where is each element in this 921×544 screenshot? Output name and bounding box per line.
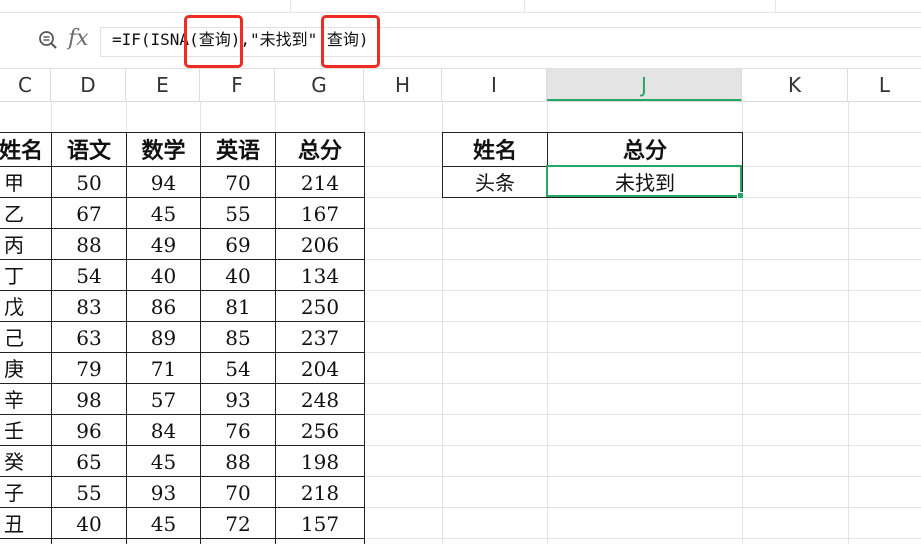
cell-name[interactable]: 庚 [0,353,51,384]
cell-math[interactable]: 71 [127,353,200,384]
cell-math[interactable]: 45 [127,508,200,539]
cell-chinese[interactable]: 54 [52,260,126,291]
cell-name[interactable]: 戊 [0,291,51,322]
cell-chinese[interactable]: 98 [52,384,126,415]
cell-english[interactable]: 93 [201,384,275,415]
cell-name[interactable]: 壬 [0,415,51,446]
lookup-name-cell[interactable]: 头条 [443,167,547,198]
cell-english[interactable]: 85 [201,322,275,353]
cell-total[interactable]: 167 [276,198,364,229]
header-cell-chinese[interactable]: 语文 [52,135,126,166]
cell-english[interactable]: 88 [201,446,275,477]
table-border [364,132,365,544]
col-header-k[interactable]: K [742,69,848,101]
col-header-f[interactable]: F [200,69,275,101]
col-header-g[interactable]: G [275,69,364,101]
cell-chinese[interactable]: 55 [52,477,126,508]
cell-total[interactable]: 198 [276,446,364,477]
header-cell-name[interactable]: 姓名 [0,135,51,166]
lookup-header-name[interactable]: 姓名 [443,135,547,166]
cell-chinese[interactable]: 40 [52,508,126,539]
cell-math[interactable]: 45 [127,446,200,477]
lookup-header-total[interactable]: 总分 [548,135,742,166]
cell-chinese[interactable]: 79 [52,353,126,384]
cell-math[interactable]: 86 [127,291,200,322]
cell-chinese[interactable]: 50 [52,167,126,198]
cell-chinese[interactable]: 96 [52,415,126,446]
cell-chinese[interactable]: 63 [52,322,126,353]
col-header-l[interactable]: L [848,69,921,101]
gridline [848,101,849,544]
cell-total[interactable]: 204 [276,353,364,384]
cell-total[interactable]: 248 [276,384,364,415]
cell-math[interactable]: 84 [127,415,200,446]
cell-english[interactable]: 69 [201,229,275,260]
cell-name[interactable]: 辛 [0,384,51,415]
col-header-d[interactable]: D [51,69,126,101]
lookup-table-border [442,132,743,133]
cell-total[interactable]: 250 [276,291,364,322]
col-header-h[interactable]: H [364,69,442,101]
header-cell-math[interactable]: 数学 [127,135,200,166]
cell-math[interactable]: 93 [127,477,200,508]
cell-chinese[interactable]: 88 [52,229,126,260]
cell-total[interactable]: 134 [276,260,364,291]
cell-name[interactable]: 子 [0,477,51,508]
cell-math[interactable]: 94 [127,167,200,198]
zoom-formula-icon[interactable] [38,30,58,50]
lookup-table-border [742,132,743,198]
cell-name[interactable]: 乙 [0,198,51,229]
cell-math[interactable]: 40 [127,260,200,291]
cell-english[interactable]: 55 [201,198,275,229]
header-cell-total[interactable]: 总分 [276,135,364,166]
cell-total[interactable]: 157 [276,508,364,539]
fx-icon[interactable]: fx [68,26,89,51]
cell-name[interactable]: 丙 [0,229,51,260]
cell-chinese[interactable]: 65 [52,446,126,477]
cell-total[interactable]: 237 [276,322,364,353]
ribbon-divider [290,0,291,12]
cell-math[interactable]: 57 [127,384,200,415]
cell-english[interactable]: 54 [201,353,275,384]
cell-english[interactable]: 81 [201,291,275,322]
ribbon-divider [524,0,525,12]
cell-english[interactable]: 70 [201,477,275,508]
ribbon-divider [775,0,776,12]
cell-name[interactable]: 己 [0,322,51,353]
cell-name[interactable]: 丑 [0,508,51,539]
cell-total[interactable]: 218 [276,477,364,508]
cell-math[interactable]: 49 [127,229,200,260]
cell-chinese[interactable]: 67 [52,198,126,229]
cell-math[interactable]: 89 [127,322,200,353]
cell-english[interactable]: 70 [201,167,275,198]
cell-english[interactable]: 40 [201,260,275,291]
column-header-row: C D E F G H I J K L [0,68,921,102]
cell-name[interactable]: 甲 [0,167,51,198]
formula-highlight-second-query [321,15,380,68]
cell-english[interactable]: 72 [201,508,275,539]
col-header-j[interactable]: J [547,69,742,101]
active-cell-selection[interactable] [546,165,744,199]
cell-total[interactable]: 214 [276,167,364,198]
cell-total[interactable]: 256 [276,415,364,446]
header-cell-english[interactable]: 英语 [201,135,275,166]
col-header-c[interactable]: C [0,69,51,101]
table-border [0,132,365,133]
col-header-e[interactable]: E [126,69,200,101]
cell-total[interactable]: 206 [276,229,364,260]
cell-name[interactable]: 癸 [0,446,51,477]
col-header-i[interactable]: I [442,69,547,101]
cell-math[interactable]: 45 [127,198,200,229]
ribbon-edge [0,0,921,13]
formula-highlight-first-query [184,15,243,68]
cell-chinese[interactable]: 83 [52,291,126,322]
fill-handle[interactable] [737,192,744,199]
cell-name[interactable]: 丁 [0,260,51,291]
cell-english[interactable]: 76 [201,415,275,446]
